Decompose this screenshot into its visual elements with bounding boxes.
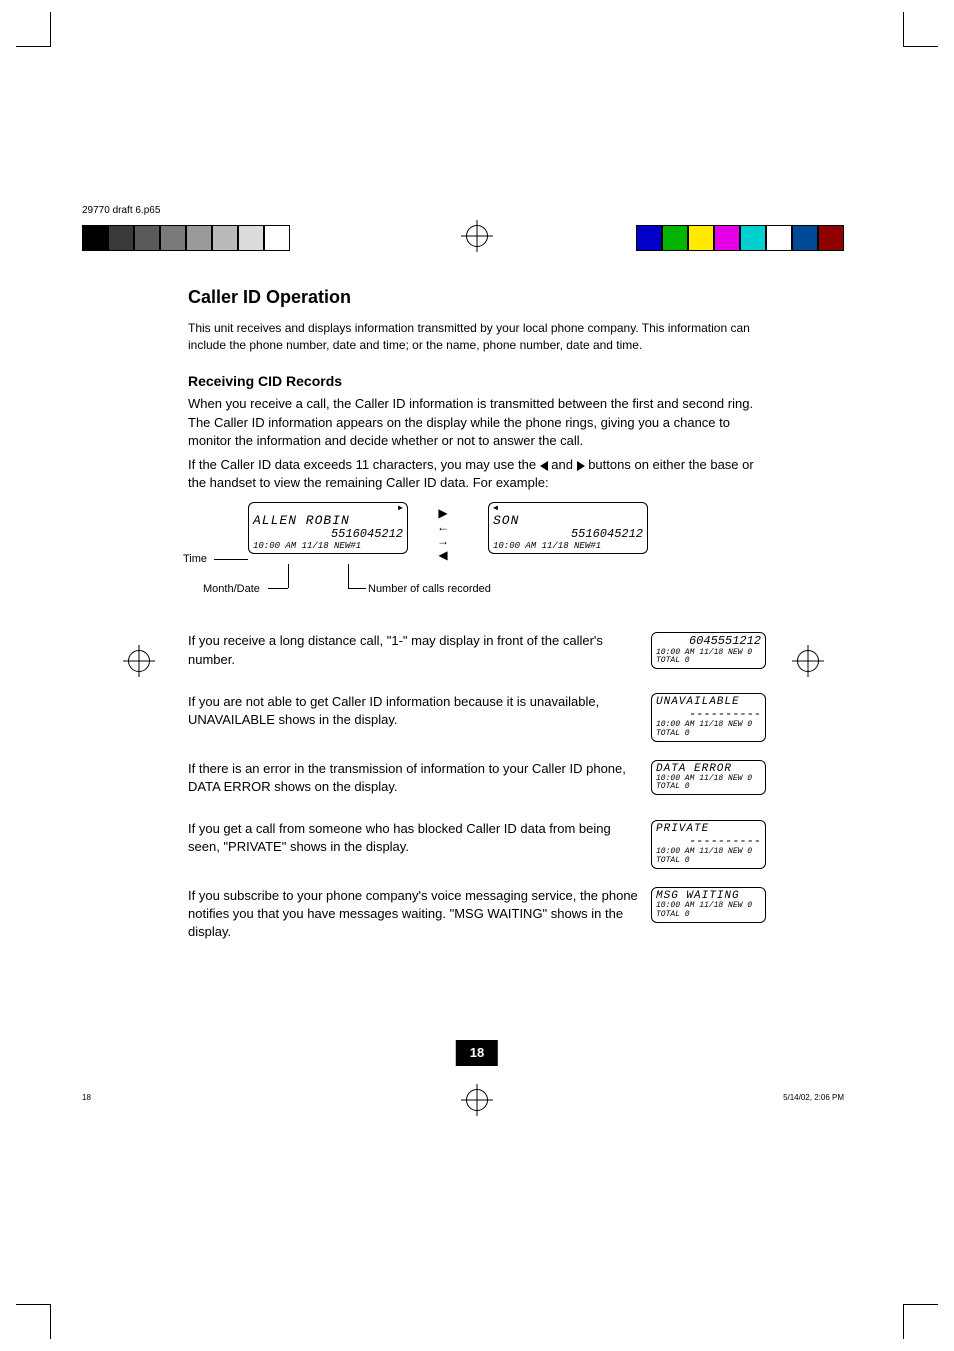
lcd-name: SON — [493, 514, 643, 528]
lcd-status: 10:00 AM 11/18 NEW#1 — [253, 542, 403, 552]
item-row: If there is an error in the transmission… — [188, 760, 766, 802]
crop-mark — [16, 12, 51, 47]
leader-line — [288, 564, 289, 588]
label-count: Number of calls recorded — [368, 582, 491, 597]
page-number: 18 — [456, 1040, 498, 1066]
body-text: When you receive a call, the Caller ID i… — [188, 395, 766, 450]
item-row: If you receive a long distance call, "1-… — [188, 632, 766, 674]
lcd-name: ALLEN ROBIN — [253, 514, 403, 528]
color-bar — [636, 225, 844, 251]
lcd-screen-left: ▶ ALLEN ROBIN 5516045212 10:00 AM 11/18 … — [248, 502, 408, 554]
section-title: Receiving CID Records — [188, 372, 766, 392]
page-content: Caller ID Operation This unit receives a… — [188, 285, 766, 1066]
lcd-diagram: ▶ ALLEN ROBIN 5516045212 10:00 AM 11/18 … — [188, 502, 766, 622]
lcd-screen: 604555121210:00 AM 11/18 NEW 0 TOTAL 0 — [651, 632, 766, 669]
lcd-number: 5516045212 — [253, 528, 403, 541]
page-title: Caller ID Operation — [188, 285, 766, 310]
crop-mark — [903, 1304, 938, 1339]
text: and — [548, 457, 577, 472]
registration-mark-icon — [466, 1089, 488, 1111]
registration-mark-icon — [466, 225, 488, 247]
header-filename: 29770 draft 6.p65 — [82, 204, 160, 218]
item-text: If you subscribe to your phone company's… — [188, 887, 641, 942]
item-row: If you get a call from someone who has b… — [188, 820, 766, 869]
item-text: If there is an error in the transmission… — [188, 760, 641, 796]
intro-text: This unit receives and displays informat… — [188, 320, 766, 354]
item-row: If you are not able to get Caller ID inf… — [188, 693, 766, 742]
text: If the Caller ID data exceeds 11 charact… — [188, 457, 540, 472]
item-text: If you receive a long distance call, "1-… — [188, 632, 641, 668]
right-arrow-icon — [577, 461, 585, 471]
left-arrow-icon — [540, 461, 548, 471]
item-text: If you are not able to get Caller ID inf… — [188, 693, 641, 729]
lcd-screen: UNAVAILABLE----------10:00 AM 11/18 NEW … — [651, 693, 766, 742]
lcd-screen: PRIVATE----------10:00 AM 11/18 NEW 0 TO… — [651, 820, 766, 869]
footer-page: 18 — [82, 1092, 91, 1103]
label-date: Month/Date — [203, 582, 260, 597]
item-text: If you get a call from someone who has b… — [188, 820, 641, 856]
body-text: If the Caller ID data exceeds 11 charact… — [188, 456, 766, 492]
lcd-screen-right: ◀ SON 5516045212 10:00 AM 11/18 NEW#1 — [488, 502, 648, 554]
lcd-status: 10:00 AM 11/18 NEW#1 — [493, 542, 643, 552]
registration-mark-icon — [797, 650, 819, 672]
leader-line — [348, 564, 349, 588]
item-row: If you subscribe to your phone company's… — [188, 887, 766, 948]
lcd-screen: DATA ERROR10:00 AM 11/18 NEW 0 TOTAL 0 — [651, 760, 766, 796]
grayscale-bar — [82, 225, 290, 251]
lcd-number: 5516045212 — [493, 528, 643, 541]
leader-line — [268, 588, 288, 589]
leader-line — [348, 588, 366, 589]
leader-line — [214, 559, 248, 560]
footer-date: 5/14/02, 2:06 PM — [783, 1092, 844, 1103]
scroll-arrows: ▶←→◀ — [423, 506, 463, 562]
crop-mark — [16, 1304, 51, 1339]
crop-mark — [903, 12, 938, 47]
lcd-screen: MSG WAITING10:00 AM 11/18 NEW 0 TOTAL 0 — [651, 887, 766, 923]
label-time: Time — [183, 552, 207, 567]
registration-mark-icon — [128, 650, 150, 672]
